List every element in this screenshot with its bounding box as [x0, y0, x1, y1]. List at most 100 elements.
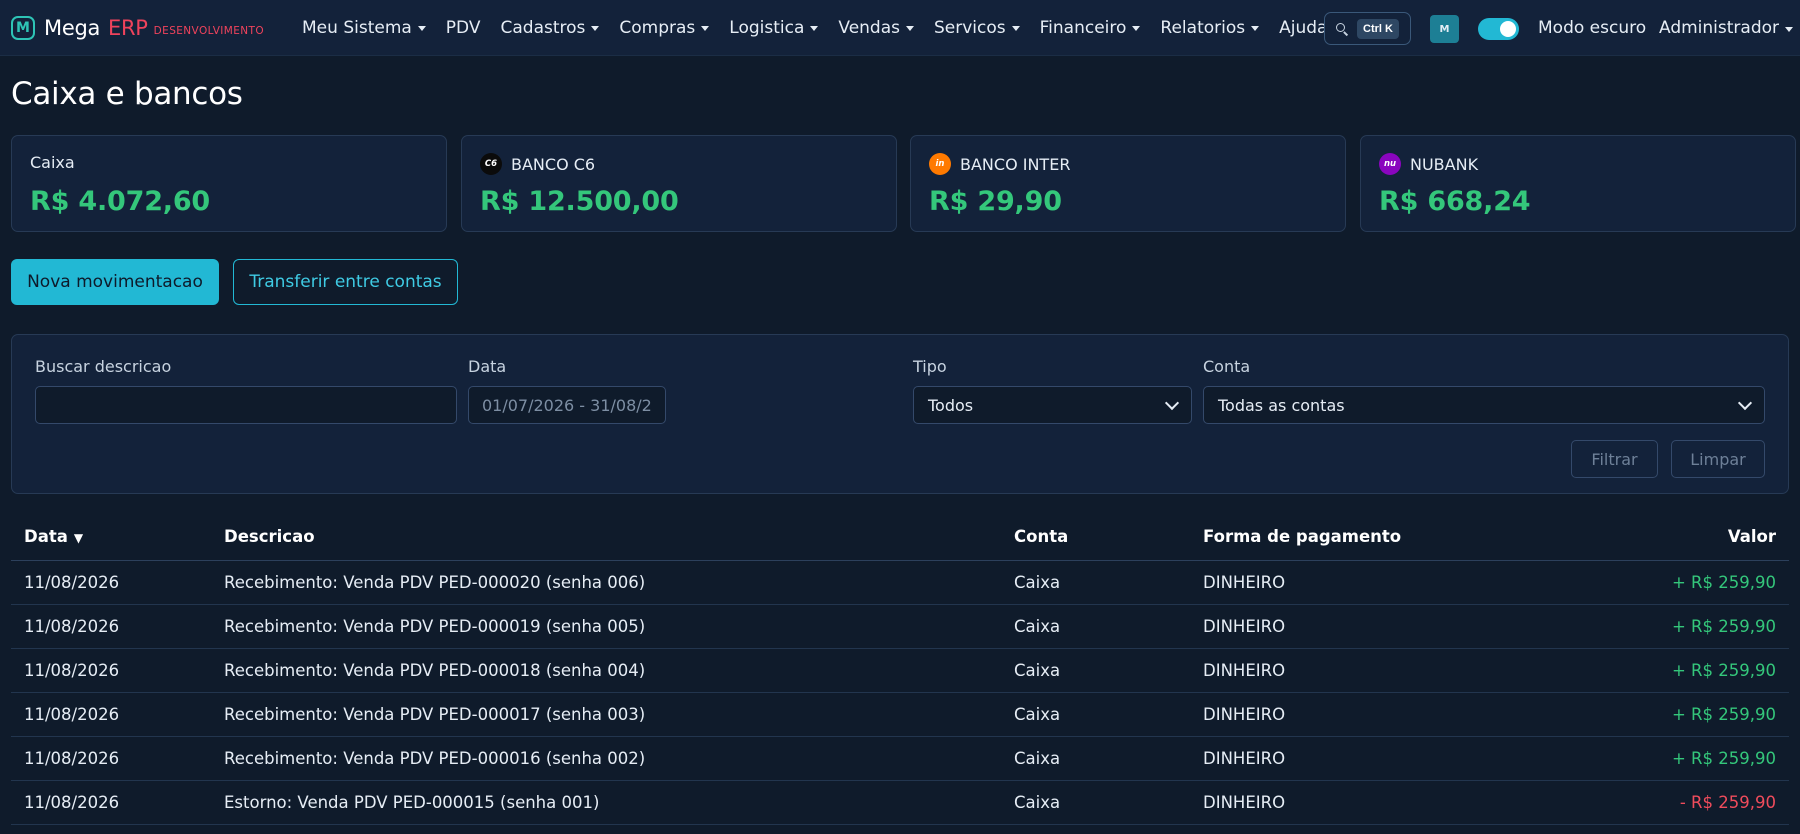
- transactions-table: Data ▼ Descricao Conta Forma de pagamento…: [11, 512, 1789, 825]
- cell-payment: DINHEIRO: [1203, 705, 1286, 724]
- cell-account: Caixa: [1014, 749, 1061, 768]
- chevron-down-icon: [1785, 26, 1794, 32]
- nav-item-label: Servicos: [934, 17, 1006, 38]
- cell-date: 11/08/2026: [24, 705, 120, 724]
- bank-logo-icon: nu: [1379, 153, 1401, 175]
- cell-description: Recebimento: Venda PDV PED-000018 (senha…: [224, 661, 646, 680]
- cell-payment: DINHEIRO: [1203, 661, 1286, 680]
- table-row[interactable]: 11/08/2026 Estorno: Venda PDV PED-000015 …: [11, 781, 1789, 825]
- cell-date: 11/08/2026: [24, 749, 120, 768]
- cell-date: 11/08/2026: [24, 793, 120, 812]
- header-payment: Forma de pagamento: [1203, 526, 1402, 546]
- account-balance: R$ 29,90: [929, 186, 1062, 217]
- cell-value: + R$ 259,90: [1671, 705, 1776, 724]
- search-shortcut: Ctrl K: [1357, 18, 1399, 39]
- nav-item-vendas[interactable]: Vendas: [838, 18, 914, 38]
- table-row[interactable]: 11/08/2026 Recebimento: Venda PDV PED-000…: [11, 561, 1789, 605]
- nav-item-label: Relatorios: [1160, 17, 1246, 38]
- type-label: Tipo: [913, 357, 947, 376]
- sort-desc-icon: ▼: [73, 530, 84, 545]
- header-description: Descricao: [224, 526, 315, 546]
- cell-account: Caixa: [1014, 793, 1061, 812]
- main-menu: Meu Sistema PDV Cadastros Compras Logistica V…: [302, 0, 1361, 56]
- nav-item-relatorios[interactable]: Relatorios: [1160, 17, 1260, 38]
- account-card-banco-c6[interactable]: C6 BANCO C6 R$ 12.500,00: [461, 135, 897, 232]
- cell-value: - R$ 259,90: [1679, 793, 1776, 812]
- nav-item-label: Cadastros: [500, 17, 586, 38]
- table-body: 11/08/2026 Recebimento: Venda PDV PED-000…: [11, 561, 1789, 825]
- search-icon: [1335, 22, 1349, 36]
- page-title: Caixa e bancos: [11, 76, 243, 112]
- chevron-down-icon: [1164, 395, 1180, 410]
- brand[interactable]: M Mega ERP DESENVOLVIMENTO: [11, 15, 264, 40]
- cell-account: Caixa: [1014, 617, 1061, 636]
- new-transaction-button[interactable]: Nova movimentacao: [11, 259, 219, 305]
- search-description-label: Buscar descricao: [35, 357, 172, 376]
- nav-item-label: Compras: [619, 17, 696, 38]
- brand-erp: ERP: [108, 15, 148, 40]
- nav-item-servicos[interactable]: Servicos: [934, 18, 1020, 38]
- account-select[interactable]: Todas as contas: [1203, 386, 1765, 424]
- type-select-value: Todos: [928, 395, 974, 415]
- avatar[interactable]: M: [1430, 15, 1459, 43]
- nav-item-cadastros[interactable]: Cadastros: [500, 17, 600, 38]
- account-card-caixa[interactable]: Caixa R$ 4.072,60: [11, 135, 447, 232]
- account-card-header: nu NUBANK: [1379, 153, 1478, 175]
- brand-logo-icon: M: [11, 15, 35, 40]
- chevron-down-icon: [591, 26, 600, 31]
- nav-item-financeiro[interactable]: Financeiro: [1040, 18, 1141, 38]
- account-name: BANCO INTER: [960, 154, 1071, 174]
- user-menu-label: Administrador: [1659, 18, 1780, 38]
- table-row[interactable]: 11/08/2026 Recebimento: Venda PDV PED-000…: [11, 693, 1789, 737]
- table-row[interactable]: 11/08/2026 Recebimento: Venda PDV PED-000…: [11, 737, 1789, 781]
- toggle-knob: [1500, 21, 1516, 37]
- cell-account: Caixa: [1014, 661, 1061, 680]
- nav-item-meu-sistema[interactable]: Meu Sistema: [302, 18, 426, 38]
- nav-item-label: Vendas: [838, 17, 900, 38]
- table-row[interactable]: 11/08/2026 Recebimento: Venda PDV PED-000…: [11, 649, 1789, 693]
- account-card-nubank[interactable]: nu NUBANK R$ 668,24: [1360, 135, 1796, 232]
- user-menu[interactable]: Administrador: [1659, 18, 1794, 38]
- nav-item-label: Logistica: [729, 17, 805, 38]
- nav-item-logistica[interactable]: Logistica: [729, 17, 819, 38]
- clear-button[interactable]: Limpar: [1671, 440, 1765, 478]
- account-balance: R$ 668,24: [1379, 186, 1531, 217]
- dark-mode-toggle[interactable]: [1478, 18, 1519, 40]
- cell-description: Recebimento: Venda PDV PED-000017 (senha…: [224, 705, 646, 724]
- nav-item-label: Financeiro: [1039, 17, 1127, 38]
- nav-item-label: Meu Sistema: [302, 17, 412, 38]
- global-search-button[interactable]: Ctrl K: [1324, 12, 1411, 45]
- account-name: BANCO C6: [511, 154, 596, 174]
- cell-date: 11/08/2026: [24, 617, 120, 636]
- cell-description: Recebimento: Venda PDV PED-000016 (senha…: [224, 749, 646, 768]
- transfer-accounts-button[interactable]: Transferir entre contas: [233, 259, 458, 305]
- cell-payment: DINHEIRO: [1203, 617, 1286, 636]
- account-balance: R$ 12.500,00: [480, 186, 679, 217]
- type-select[interactable]: Todos: [913, 386, 1192, 424]
- filter-panel: Buscar descricao Data Tipo Todos Conta T…: [11, 334, 1789, 494]
- chevron-down-icon: [1737, 395, 1753, 410]
- cell-description: Estorno: Venda PDV PED-000015 (senha 001…: [224, 793, 600, 812]
- search-description-input[interactable]: [35, 386, 457, 424]
- cell-date: 11/08/2026: [24, 661, 120, 680]
- header-date-label: Data: [24, 526, 68, 546]
- account-card-header: C6 BANCO C6: [480, 153, 595, 175]
- nav-item-compras[interactable]: Compras: [619, 17, 710, 38]
- nav-item-label: PDV: [445, 17, 481, 38]
- nav-item-pdv[interactable]: PDV: [446, 18, 481, 38]
- date-range-input[interactable]: [468, 386, 666, 424]
- account-card-banco-inter[interactable]: in BANCO INTER R$ 29,90: [910, 135, 1346, 232]
- header-date[interactable]: Data ▼: [11, 527, 224, 546]
- chevron-down-icon: [1251, 26, 1260, 31]
- account-label: Conta: [1203, 357, 1251, 376]
- filter-button[interactable]: Filtrar: [1571, 440, 1658, 478]
- cell-account: Caixa: [1014, 573, 1061, 592]
- account-balance: R$ 4.072,60: [30, 186, 211, 217]
- cell-description: Recebimento: Venda PDV PED-000019 (senha…: [224, 617, 646, 636]
- table-row[interactable]: 11/08/2026 Recebimento: Venda PDV PED-000…: [11, 605, 1789, 649]
- chevron-down-icon: [906, 26, 914, 31]
- chevron-down-icon: [417, 26, 426, 31]
- account-select-value: Todas as contas: [1218, 395, 1345, 415]
- account-card-header: Caixa: [30, 153, 75, 172]
- cell-date: 11/08/2026: [24, 573, 120, 592]
